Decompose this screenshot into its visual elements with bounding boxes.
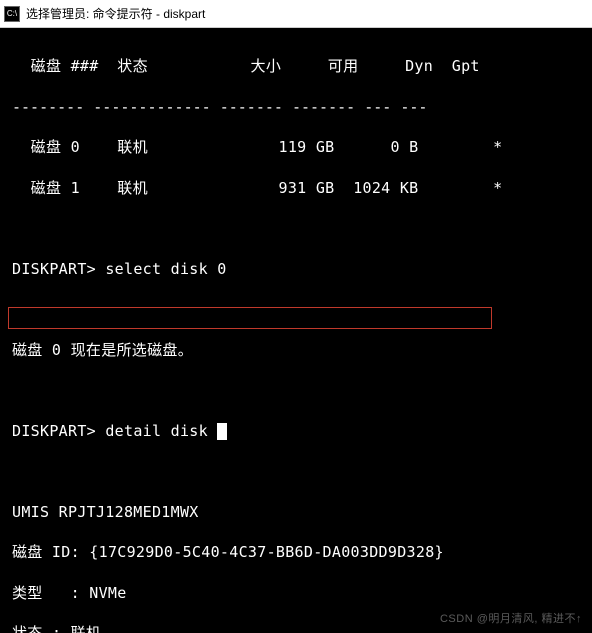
window-title: 选择管理员: 命令提示符 - diskpart — [26, 5, 205, 22]
blank — [12, 299, 580, 319]
blank — [12, 380, 580, 400]
disk-divider: -------- ------------- ------- ------- -… — [12, 97, 580, 117]
prompt-line: DISKPART> detail disk — [12, 421, 580, 441]
status-message: 磁盘 0 现在是所选磁盘。 — [12, 340, 580, 360]
command-text: detail disk — [105, 422, 208, 440]
blank — [12, 218, 580, 238]
text-cursor — [217, 423, 227, 440]
table-row: 磁盘 1 联机 931 GB 1024 KB * — [12, 178, 580, 198]
command-text: select disk 0 — [105, 260, 226, 278]
table-row: 磁盘 0 联机 119 GB 0 B * — [12, 137, 580, 157]
detail-model: UMIS RPJTJ128MED1MWX — [12, 502, 580, 522]
detail-type: 类型 : NVMe — [12, 583, 580, 603]
detail-disk-id: 磁盘 ID: {17C929D0-5C40-4C37-BB6D-DA003DD9… — [12, 542, 580, 562]
prompt-line: DISKPART> select disk 0 — [12, 259, 580, 279]
terminal-output[interactable]: 磁盘 ### 状态 大小 可用 Dyn Gpt -------- -------… — [0, 28, 592, 633]
cmd-icon: C:\ — [4, 6, 20, 22]
blank — [12, 461, 580, 481]
prompt-prefix: DISKPART> — [12, 260, 96, 278]
prompt-prefix: DISKPART> — [12, 422, 96, 440]
watermark: CSDN @明月清风, 精进不↑ — [440, 612, 582, 627]
window-title-bar[interactable]: C:\ 选择管理员: 命令提示符 - diskpart — [0, 0, 592, 28]
disk-header: 磁盘 ### 状态 大小 可用 Dyn Gpt — [12, 56, 580, 76]
